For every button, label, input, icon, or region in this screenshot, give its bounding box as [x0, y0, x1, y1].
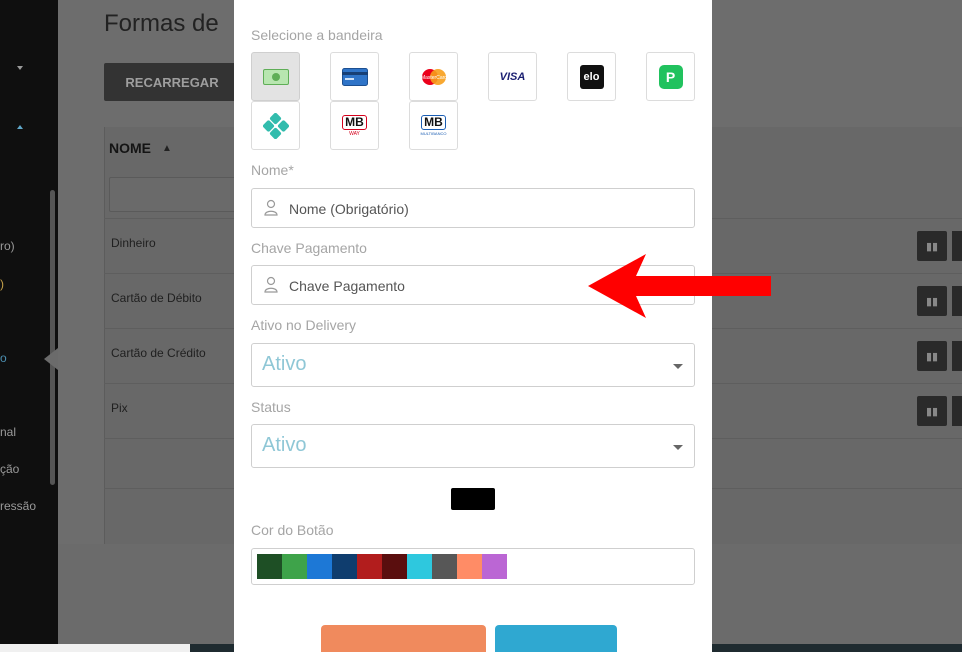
- flag-mbway[interactable]: MB WAY: [330, 101, 379, 150]
- sidebar-item-fragment[interactable]: nal: [0, 425, 16, 439]
- sidebar-item-fragment-active[interactable]: o: [0, 351, 7, 365]
- color-swatch[interactable]: [432, 554, 457, 579]
- credit-card-icon: [341, 67, 368, 86]
- color-swatch[interactable]: [382, 554, 407, 579]
- color-swatch[interactable]: [357, 554, 382, 579]
- active-indicator: [44, 348, 58, 370]
- flags-label: Selecione a bandeira: [251, 27, 383, 43]
- sidebar: ro) ) o nal ção ressão: [0, 0, 58, 644]
- flag-mastercard[interactable]: MasterCard: [409, 52, 458, 101]
- button-color-label: Cor do Botão: [251, 522, 334, 538]
- sidebar-scrollbar[interactable]: [50, 190, 55, 485]
- table-cell-name: Cartão de Débito: [111, 291, 202, 305]
- table-cell-name: Cartão de Crédito: [111, 346, 206, 360]
- multibanco-logo-text: MB: [421, 115, 446, 130]
- status-select[interactable]: Ativo: [251, 424, 695, 468]
- color-swatch[interactable]: [457, 554, 482, 579]
- pause-icon[interactable]: ▮▮: [917, 396, 947, 426]
- table-cell-name: Dinheiro: [111, 236, 156, 250]
- flag-visa[interactable]: VISA: [488, 52, 537, 101]
- chevron-down-icon: [673, 364, 683, 369]
- column-header-name[interactable]: NOME: [109, 140, 151, 156]
- edit-button[interactable]: [952, 396, 962, 426]
- chevron-up-icon[interactable]: [17, 125, 23, 129]
- table-cell-name: Pix: [111, 401, 128, 415]
- sort-icon[interactable]: ▲: [162, 143, 172, 154]
- pause-icon[interactable]: ▮▮: [917, 231, 947, 261]
- flag-cartao[interactable]: [330, 52, 379, 101]
- mastercard-text: MasterCard: [420, 75, 446, 81]
- pix-icon: [262, 112, 289, 139]
- user-icon: [264, 199, 278, 216]
- pause-icon[interactable]: ▮▮: [917, 286, 947, 316]
- delivery-select[interactable]: Ativo: [251, 343, 695, 387]
- color-swatch[interactable]: [407, 554, 432, 579]
- status-value: Ativo: [262, 434, 307, 456]
- name-field[interactable]: Nome (Obrigatório): [251, 188, 695, 228]
- color-swatch[interactable]: [307, 554, 332, 579]
- flag-multibanco[interactable]: MB MULTIBANCO: [409, 101, 458, 150]
- color-swatch[interactable]: [257, 554, 282, 579]
- sidebar-item-fragment[interactable]: ): [0, 277, 4, 291]
- name-placeholder: Nome (Obrigatório): [289, 201, 409, 217]
- name-filter-input[interactable]: [109, 177, 239, 212]
- reload-button[interactable]: RECARREGAR: [104, 63, 240, 101]
- cancel-button[interactable]: [321, 625, 486, 652]
- multibanco-icon: MB MULTIBANCO: [420, 115, 447, 136]
- status-label: Status: [251, 399, 291, 415]
- delivery-value: Ativo: [262, 353, 307, 375]
- mbway-logo-text: MB: [342, 114, 367, 130]
- flag-elo[interactable]: elo: [567, 52, 616, 101]
- cash-icon: [262, 68, 289, 85]
- visa-icon: VISA: [499, 70, 526, 83]
- edit-button[interactable]: [952, 231, 962, 261]
- multibanco-logo-sub: MULTIBANCO: [420, 131, 447, 136]
- payment-key-placeholder: Chave Pagamento: [289, 278, 405, 294]
- edit-button[interactable]: [952, 341, 962, 371]
- chevron-down-icon[interactable]: [17, 66, 23, 70]
- color-swatch[interactable]: [282, 554, 307, 579]
- pause-icon[interactable]: ▮▮: [917, 341, 947, 371]
- edit-button[interactable]: [952, 286, 962, 316]
- color-swatch[interactable]: [332, 554, 357, 579]
- key-label: Chave Pagamento: [251, 240, 367, 256]
- payment-method-modal: Selecione a bandeira MasterCard VISA elo…: [234, 0, 712, 652]
- color-swatch[interactable]: [482, 554, 507, 579]
- elo-icon: elo: [579, 64, 604, 89]
- flag-picpay[interactable]: P: [646, 52, 695, 101]
- name-label: Nome*: [251, 162, 294, 178]
- sidebar-item-fragment[interactable]: ção: [0, 462, 19, 476]
- color-palette: [251, 548, 695, 585]
- chevron-down-icon: [673, 445, 683, 450]
- button-color-preview: [451, 488, 495, 510]
- user-icon: [264, 276, 278, 293]
- mbway-icon: MB WAY: [342, 114, 367, 137]
- sidebar-item-fragment[interactable]: ressão: [0, 499, 36, 513]
- taskbar-left: [0, 644, 190, 652]
- mbway-logo-sub: WAY: [349, 130, 360, 137]
- page-title: Formas de: [104, 10, 219, 37]
- save-button[interactable]: [495, 625, 617, 652]
- flag-pix[interactable]: [251, 101, 300, 150]
- mastercard-icon: MasterCard: [420, 68, 447, 85]
- sidebar-item-fragment[interactable]: ro): [0, 239, 15, 253]
- red-arrow-annotation: [588, 254, 771, 318]
- flag-dinheiro[interactable]: [251, 52, 300, 101]
- picpay-icon: P: [658, 64, 683, 89]
- delivery-label: Ativo no Delivery: [251, 317, 357, 333]
